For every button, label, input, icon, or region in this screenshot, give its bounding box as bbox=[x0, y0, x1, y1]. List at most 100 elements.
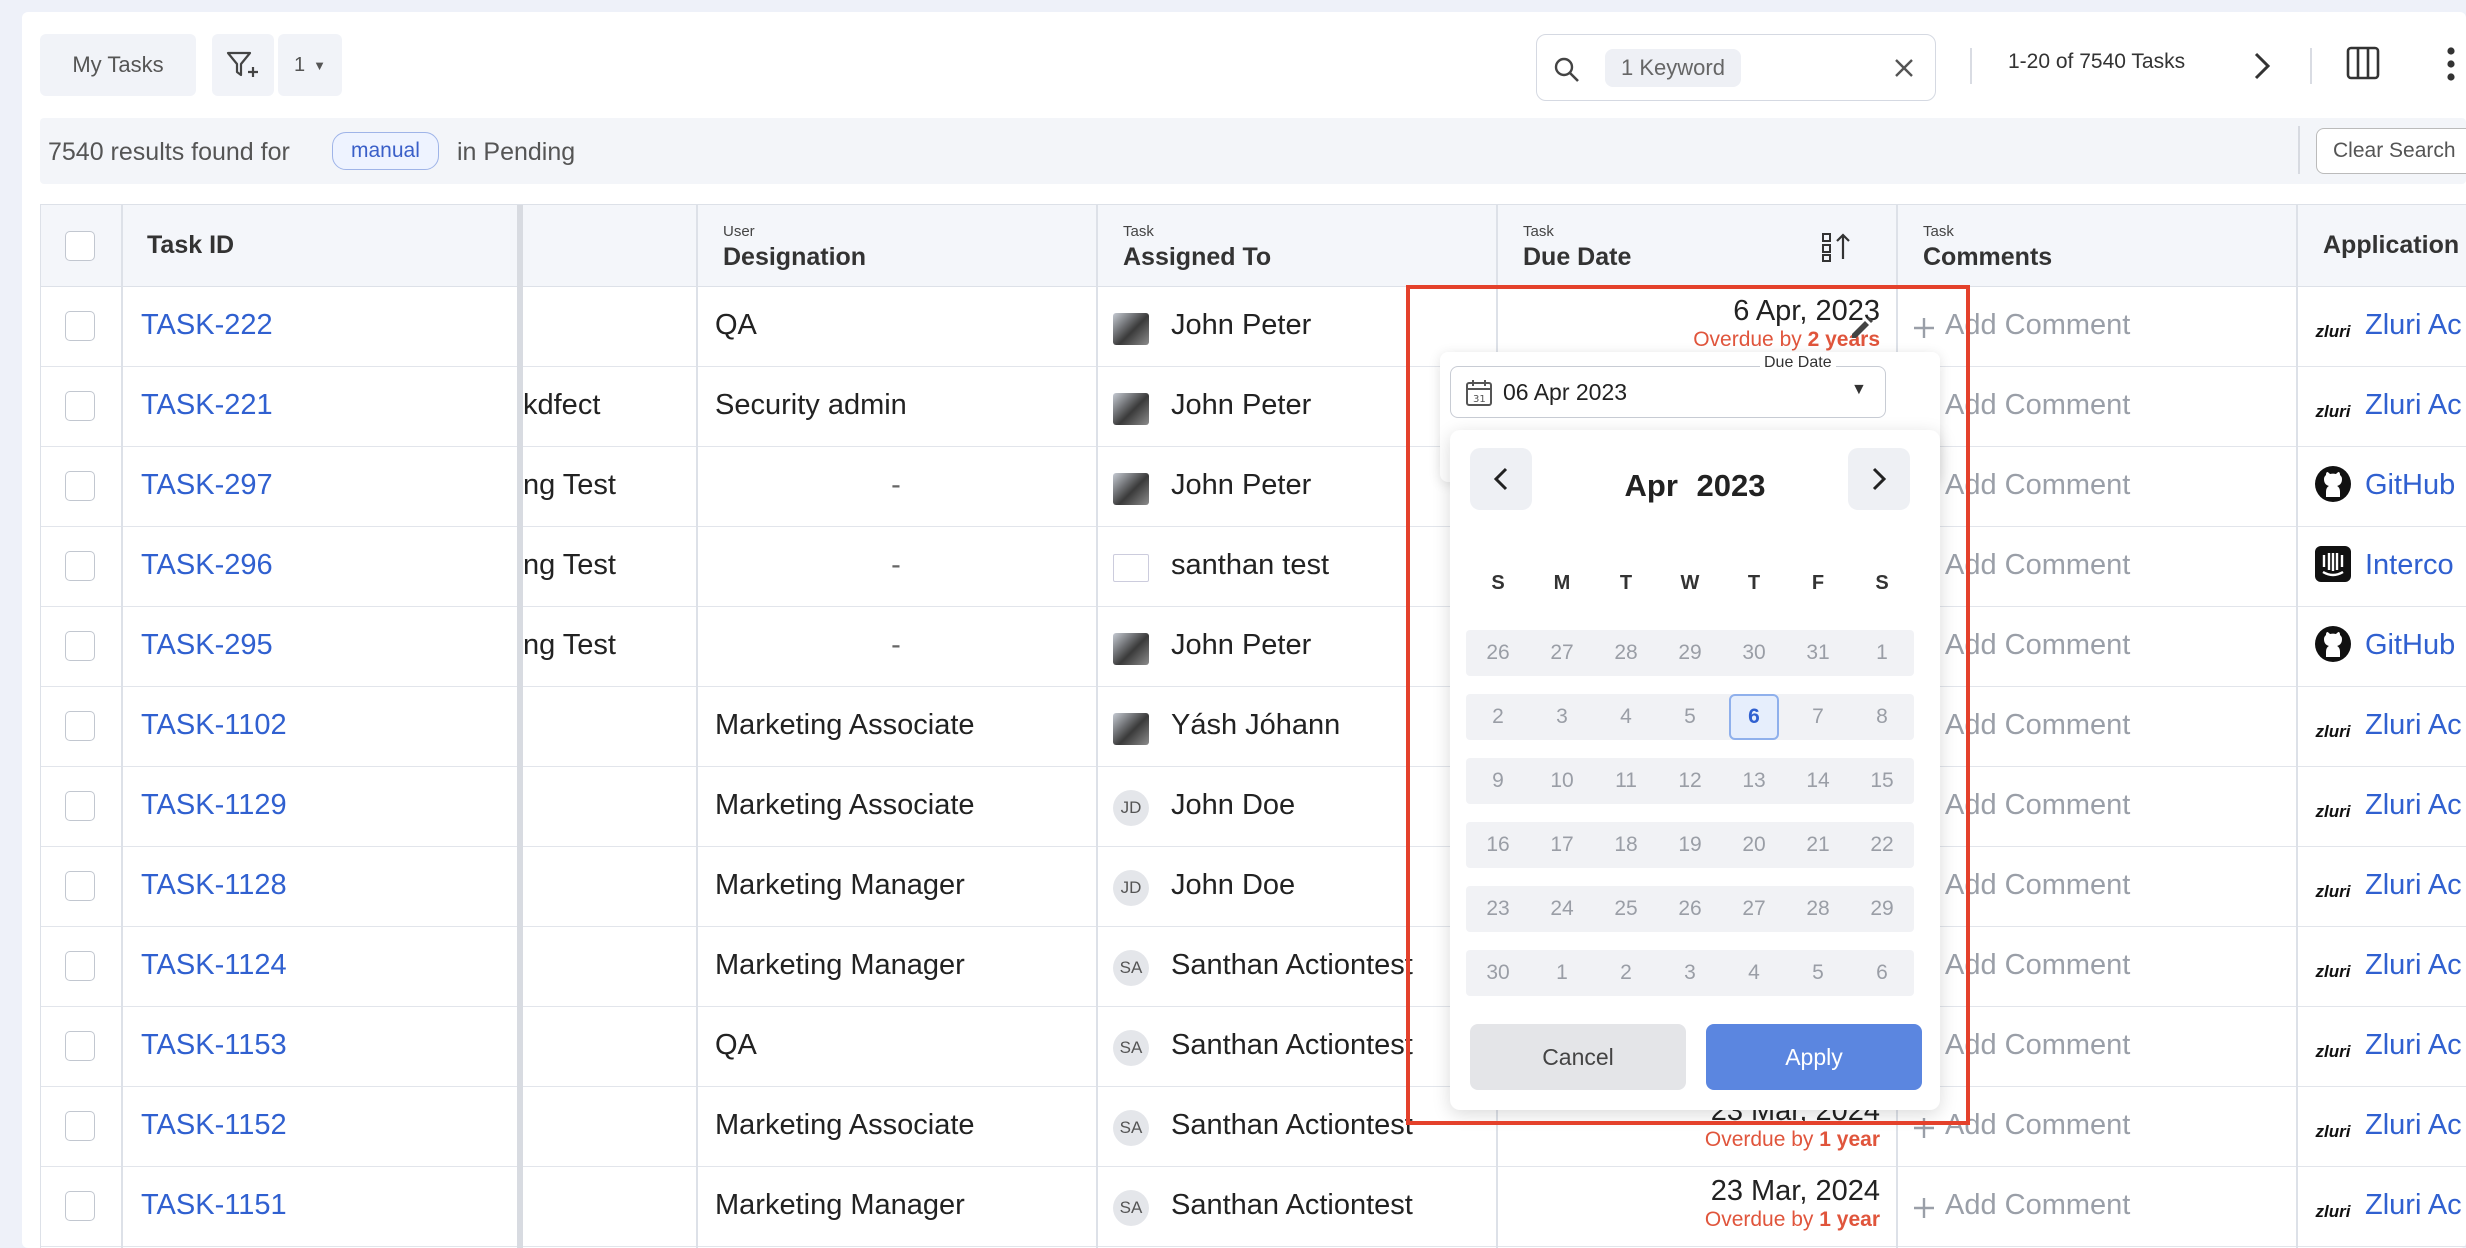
table-row[interactable]: TASK-1152 Marketing Associate SA Santhan Ac… bbox=[41, 1087, 2466, 1167]
row-checkbox[interactable] bbox=[65, 551, 95, 581]
application-link[interactable]: Zluri Ac bbox=[2365, 789, 2462, 822]
frozen-column-divider[interactable] bbox=[517, 205, 523, 1248]
assignee-name[interactable]: Santhan Actiontest bbox=[1171, 949, 1413, 982]
header-comments-group: Task bbox=[1923, 223, 1954, 240]
row-checkbox[interactable] bbox=[65, 311, 95, 341]
add-comment-button[interactable]: Add Comment bbox=[1913, 767, 2293, 847]
assignee-name[interactable]: santhan test bbox=[1171, 549, 1329, 582]
header-application[interactable]: Application bbox=[2323, 231, 2459, 260]
search-box[interactable]: 1 Keyword bbox=[1536, 34, 1936, 101]
avatar: JD bbox=[1113, 790, 1149, 826]
add-comment-button[interactable]: Add Comment bbox=[1913, 1087, 2293, 1167]
row-checkbox[interactable] bbox=[65, 1191, 95, 1221]
clear-search-icon[interactable] bbox=[1893, 57, 1915, 79]
application-link[interactable]: Interco bbox=[2365, 549, 2454, 582]
next-page-icon[interactable] bbox=[2250, 50, 2274, 82]
add-comment-label: Add Comment bbox=[1945, 1029, 2131, 1061]
row-checkbox[interactable] bbox=[65, 791, 95, 821]
header-due-date[interactable]: Due Date bbox=[1523, 243, 1631, 272]
add-comment-button[interactable]: Add Comment bbox=[1913, 1007, 2293, 1087]
table-row[interactable]: TASK-1153 QA SA Santhan Actiontest Add Comme… bbox=[41, 1007, 2466, 1087]
add-comment-button[interactable]: Add Comment bbox=[1913, 927, 2293, 1007]
assignee-name[interactable]: John Peter bbox=[1171, 309, 1311, 342]
my-tasks-button[interactable]: My Tasks bbox=[40, 34, 196, 96]
row-checkbox[interactable] bbox=[65, 1031, 95, 1061]
assignee-name[interactable]: Santhan Actiontest bbox=[1171, 1189, 1413, 1222]
table-row[interactable]: TASK-296 ng Test - santhan test Add Comment I… bbox=[41, 527, 2466, 607]
application-link[interactable]: GitHub bbox=[2365, 469, 2455, 502]
task-id-link[interactable]: TASK-297 bbox=[141, 469, 273, 502]
assignee-name[interactable]: John Doe bbox=[1171, 789, 1295, 822]
task-id-link[interactable]: TASK-1153 bbox=[141, 1029, 287, 1062]
avatar: SA bbox=[1113, 1190, 1149, 1226]
task-id-link[interactable]: TASK-222 bbox=[141, 309, 273, 342]
header-comments[interactable]: Comments bbox=[1923, 243, 2052, 272]
task-id-link[interactable]: TASK-1124 bbox=[141, 949, 287, 982]
keyword-chip[interactable]: 1 Keyword bbox=[1605, 49, 1741, 87]
application-link[interactable]: GitHub bbox=[2365, 629, 2455, 662]
task-id-link[interactable]: TASK-295 bbox=[141, 629, 273, 662]
table-row[interactable]: TASK-1151 Marketing Manager SA Santhan Acti… bbox=[41, 1167, 2466, 1247]
assignee-name[interactable]: Santhan Actiontest bbox=[1171, 1029, 1413, 1062]
application-link[interactable]: Zluri Ac bbox=[2365, 1189, 2462, 1222]
due-date-cell[interactable]: 23 Mar, 2024 Overdue by 1 year bbox=[1705, 1175, 1880, 1232]
row-checkbox[interactable] bbox=[65, 391, 95, 421]
row-checkbox[interactable] bbox=[65, 711, 95, 741]
table-row[interactable]: TASK-297 ng Test - John Peter Add Comment Git… bbox=[41, 447, 2466, 527]
add-comment-button[interactable]: Add Comment bbox=[1913, 687, 2293, 767]
add-comment-button[interactable]: Add Comment bbox=[1913, 527, 2293, 607]
table-row[interactable]: TASK-222 QA John Peter 6 Apr, 2023 Overdue b… bbox=[41, 287, 2466, 367]
columns-icon[interactable] bbox=[2346, 46, 2380, 80]
search-term-tag[interactable]: manual bbox=[332, 132, 439, 170]
table-row[interactable]: TASK-295 ng Test - John Peter Add Comment Git… bbox=[41, 607, 2466, 687]
application-link[interactable]: Zluri Ac bbox=[2365, 1029, 2462, 1062]
header-assigned-to[interactable]: Assigned To bbox=[1123, 243, 1271, 272]
assignee-name[interactable]: John Peter bbox=[1171, 389, 1311, 422]
application-link[interactable]: Zluri Ac bbox=[2365, 1109, 2462, 1142]
assignee-name[interactable]: John Peter bbox=[1171, 629, 1311, 662]
row-checkbox[interactable] bbox=[65, 871, 95, 901]
row-checkbox[interactable] bbox=[65, 471, 95, 501]
assignee-name[interactable]: John Doe bbox=[1171, 869, 1295, 902]
add-comment-button[interactable]: Add Comment bbox=[1913, 607, 2293, 687]
assignee-name[interactable]: Yásh Jóhann bbox=[1171, 709, 1340, 742]
select-all-checkbox[interactable] bbox=[65, 231, 95, 261]
application-link[interactable]: Zluri Ac bbox=[2365, 309, 2462, 342]
table-row[interactable]: TASK-1102 Marketing Associate Yásh Jóhann A… bbox=[41, 687, 2466, 767]
table-row[interactable]: TASK-1129 Marketing Associate JD John Doe Ad… bbox=[41, 767, 2466, 847]
add-comment-button[interactable]: Add Comment bbox=[1913, 287, 2293, 367]
sort-icon[interactable] bbox=[1821, 231, 1855, 263]
application-link[interactable]: Zluri Ac bbox=[2365, 869, 2462, 902]
task-id-link[interactable]: TASK-1151 bbox=[141, 1189, 287, 1222]
application-link[interactable]: Zluri Ac bbox=[2365, 949, 2462, 982]
task-id-link[interactable]: TASK-1102 bbox=[141, 709, 287, 742]
row-checkbox[interactable] bbox=[65, 951, 95, 981]
header-task-id[interactable]: Task ID bbox=[147, 231, 234, 260]
row-checkbox[interactable] bbox=[65, 1111, 95, 1141]
add-comment-button[interactable]: Add Comment bbox=[1913, 1167, 2293, 1247]
assignee-name[interactable]: John Peter bbox=[1171, 469, 1311, 502]
add-comment-label: Add Comment bbox=[1945, 309, 2131, 341]
task-id-link[interactable]: TASK-296 bbox=[141, 549, 273, 582]
row-checkbox[interactable] bbox=[65, 631, 95, 661]
add-filter-button[interactable] bbox=[212, 34, 274, 96]
task-id-link[interactable]: TASK-1129 bbox=[141, 789, 287, 822]
table-row[interactable]: TASK-221 kdfect Security admin John Peter Ad… bbox=[41, 367, 2466, 447]
task-id-link[interactable]: TASK-1152 bbox=[141, 1109, 287, 1142]
task-id-link[interactable]: TASK-1128 bbox=[141, 869, 287, 902]
clear-search-button[interactable]: Clear Search bbox=[2316, 128, 2466, 174]
application-link[interactable]: Zluri Ac bbox=[2365, 709, 2462, 742]
truncated-cell: ng Test bbox=[523, 549, 616, 581]
more-options-icon[interactable] bbox=[2444, 46, 2458, 82]
add-comment-button[interactable]: Add Comment bbox=[1913, 367, 2293, 447]
table-row[interactable]: TASK-1128 Marketing Manager JD John Doe Add … bbox=[41, 847, 2466, 927]
table-row[interactable]: TASK-1124 Marketing Manager SA Santhan Acti… bbox=[41, 927, 2466, 1007]
application-link[interactable]: Zluri Ac bbox=[2365, 389, 2462, 422]
filter-count-dropdown[interactable]: 1 ▼ bbox=[278, 34, 342, 96]
add-comment-button[interactable]: Add Comment bbox=[1913, 847, 2293, 927]
task-id-link[interactable]: TASK-221 bbox=[141, 389, 273, 422]
column-divider bbox=[121, 205, 123, 1248]
add-comment-button[interactable]: Add Comment bbox=[1913, 447, 2293, 527]
header-designation[interactable]: Designation bbox=[723, 243, 866, 272]
assignee-name[interactable]: Santhan Actiontest bbox=[1171, 1109, 1413, 1142]
